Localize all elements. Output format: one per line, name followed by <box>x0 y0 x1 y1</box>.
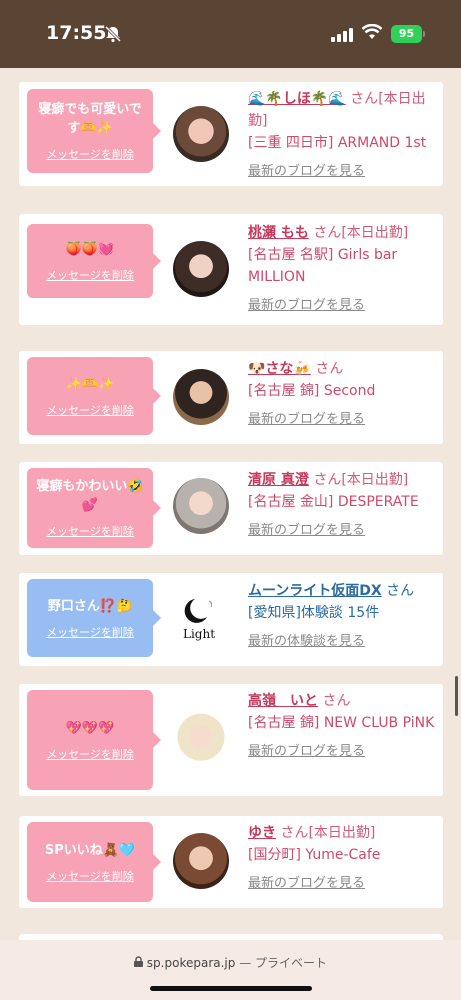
profile-info: 清原 真澄 さん[本日出勤] [名古屋 金山] DESPERATE 最新のブログ… <box>248 469 438 538</box>
profile-info: ムーンライト仮面DX さん [愛知県]体験談 15件 最新の体験談を見る <box>248 580 438 649</box>
attendance-status: [本日出勤] <box>341 472 409 488</box>
cellular-signal-icon <box>331 27 353 46</box>
profile-info: ゆき さん[本日出勤] [国分町] Yume-Cafe 最新のブログを見る <box>248 822 438 891</box>
private-mode-label: — プライベート <box>239 956 328 970</box>
profile-name-link[interactable]: 🐶さな🍻 <box>248 361 311 377</box>
honorific: さん <box>350 91 379 107</box>
message-text: ✨🫶✨ <box>65 376 115 392</box>
profile-name-link[interactable]: 清原 真澄 <box>248 472 309 488</box>
avatar[interactable] <box>173 712 229 768</box>
delete-message-link[interactable]: メッセージを削除 <box>46 402 134 418</box>
url-domain: sp.pokepara.jp <box>146 956 236 970</box>
wifi-icon <box>361 23 383 44</box>
message-text: SPいいね🧸🩵 <box>44 842 136 858</box>
avatar[interactable] <box>173 241 229 297</box>
review-count: [愛知県]体験談 15件 <box>248 605 380 621</box>
latest-blog-link[interactable]: 最新のブログを見る <box>248 408 438 427</box>
delete-message-link[interactable]: メッセージを削除 <box>46 523 134 539</box>
status-time: 17:55 <box>46 22 107 44</box>
delete-message-link[interactable]: メッセージを削除 <box>46 267 134 283</box>
profile-name-link[interactable]: 高嶺 いと <box>248 693 318 709</box>
reviewer-logo[interactable]: Light <box>173 589 229 645</box>
message-text: 🍑🍑💓 <box>65 241 115 257</box>
list-item: 💖💖💖 メッセージを削除 高嶺 いと さん [名古屋 錦] NEW CLUB P… <box>19 684 443 796</box>
shop-name: [名古屋 名駅] Girls bar MILLION <box>248 247 398 285</box>
battery-icon: 95 <box>391 25 422 43</box>
message-text: 寝癖でも可愛いです🫶✨ <box>38 102 142 136</box>
profile-name-link[interactable]: 🌊🌴しほ🌴🌊 <box>248 91 346 107</box>
profile-info: 🐶さな🍻 さん [名古屋 錦] Second 最新のブログを見る <box>248 358 438 427</box>
list-item: 野口さん⁉️🤔 メッセージを削除 Light ムーンライト仮面DX さん [愛知… <box>19 573 443 666</box>
latest-blog-link[interactable]: 最新のブログを見る <box>248 740 438 759</box>
list-item: 寝癖もかわいい🤣💕 メッセージを削除 清原 真澄 さん[本日出勤] [名古屋 金… <box>19 462 443 555</box>
list-item: SPいいね🧸🩵 メッセージを削除 ゆき さん[本日出勤] [国分町] Yume-… <box>19 816 443 908</box>
honorific: さん <box>313 472 342 488</box>
profile-name-link[interactable]: ゆき <box>248 825 276 841</box>
message-text: 野口さん⁉️🤔 <box>47 598 133 614</box>
shop-name: [名古屋 錦] NEW CLUB PiNK <box>248 715 435 731</box>
delete-message-link[interactable]: メッセージを削除 <box>46 868 134 884</box>
url-display[interactable]: sp.pokepara.jp — プライベート <box>0 954 461 971</box>
message-bubble: 寝癖もかわいい🤣💕 メッセージを削除 <box>27 468 161 548</box>
lock-icon <box>133 956 143 970</box>
message-bubble: 寝癖でも可愛いです🫶✨ メッセージを削除 <box>27 89 161 173</box>
attendance-status: [本日出勤] <box>341 225 409 241</box>
latest-blog-link[interactable]: 最新のブログを見る <box>248 294 438 313</box>
delete-message-link[interactable]: メッセージを削除 <box>46 624 134 640</box>
shop-name: [名古屋 錦] Second <box>248 383 376 399</box>
avatar[interactable] <box>173 478 229 534</box>
home-indicator[interactable] <box>150 986 312 991</box>
message-bubble: SPいいね🧸🩵 メッセージを削除 <box>27 822 161 902</box>
avatar[interactable] <box>173 106 229 162</box>
reviewer-logo-text: Light <box>183 627 216 641</box>
shop-name: [国分町] Yume-Cafe <box>248 847 381 863</box>
list-item: ✨🫶✨ メッセージを削除 🐶さな🍻 さん [名古屋 錦] Second 最新のブ… <box>19 351 443 444</box>
honorific: さん <box>280 825 309 841</box>
honorific: さん <box>315 361 344 377</box>
shop-name: [三重 四日市] ARMAND 1st <box>248 135 427 151</box>
favorites-list[interactable]: 寝癖でも可愛いです🫶✨ メッセージを削除 🌊🌴しほ🌴🌊 さん[本日出勤] [三重… <box>0 68 461 940</box>
profile-info: 高嶺 いと さん [名古屋 錦] NEW CLUB PiNK 最新のブログを見る <box>248 690 438 759</box>
latest-blog-link[interactable]: 最新のブログを見る <box>248 872 438 891</box>
message-text: 寝癖もかわいい🤣💕 <box>36 479 144 513</box>
scrollbar[interactable] <box>455 676 458 716</box>
battery-tip <box>423 31 425 37</box>
honorific: さん <box>322 693 351 709</box>
bell-muted-icon <box>104 25 122 47</box>
status-bar: 17:55 95 <box>0 0 461 68</box>
profile-name-link[interactable]: ムーンライト仮面DX <box>248 583 382 599</box>
delete-message-link[interactable]: メッセージを削除 <box>46 746 134 762</box>
attendance-status: [本日出勤] <box>308 825 376 841</box>
profile-name-link[interactable]: 桃瀬 もも <box>248 225 309 241</box>
list-item: 🍑🍑💓 メッセージを削除 桃瀬 もも さん[本日出勤] [名古屋 名駅] Gir… <box>19 214 443 325</box>
delete-message-link[interactable]: メッセージを削除 <box>46 146 134 162</box>
message-text: 💖💖💖 <box>65 720 115 736</box>
list-item: 寝癖でも可愛いです🫶✨ メッセージを削除 🌊🌴しほ🌴🌊 さん[本日出勤] [三重… <box>19 82 443 186</box>
profile-info: 🌊🌴しほ🌴🌊 さん[本日出勤] [三重 四日市] ARMAND 1st 最新のブ… <box>248 88 438 179</box>
message-bubble: 🍑🍑💓 メッセージを削除 <box>27 224 161 298</box>
message-bubble: 💖💖💖 メッセージを削除 <box>27 690 161 790</box>
honorific: さん <box>386 583 415 599</box>
latest-blog-link[interactable]: 最新のブログを見る <box>248 160 438 179</box>
message-bubble: 野口さん⁉️🤔 メッセージを削除 <box>27 579 161 657</box>
honorific: さん <box>313 225 342 241</box>
latest-blog-link[interactable]: 最新のブログを見る <box>248 519 438 538</box>
message-bubble: ✨🫶✨ メッセージを削除 <box>27 357 161 435</box>
latest-review-link[interactable]: 最新の体験談を見る <box>248 630 438 649</box>
shop-name: [名古屋 金山] DESPERATE <box>248 494 419 510</box>
avatar[interactable] <box>173 369 229 425</box>
avatar[interactable] <box>173 833 229 889</box>
profile-info: 桃瀬 もも さん[本日出勤] [名古屋 名駅] Girls bar MILLIO… <box>248 222 438 313</box>
safari-url-bar[interactable]: sp.pokepara.jp — プライベート <box>0 940 461 1000</box>
